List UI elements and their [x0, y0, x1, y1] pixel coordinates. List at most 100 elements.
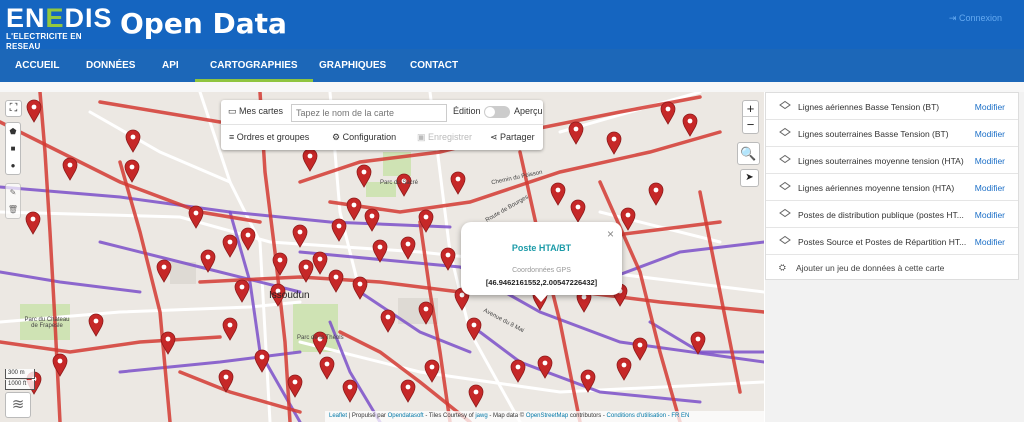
zoom-control: + − — [742, 100, 759, 134]
eye-icon[interactable] — [779, 235, 791, 245]
enedis-logo[interactable]: ENEDIS L'ELECTRICITE EN RESEAU — [6, 4, 112, 51]
substation-marker[interactable] — [424, 359, 440, 383]
popup-gps-value: [46.9462161552,2.00547226432] — [485, 278, 598, 287]
order-groups-button[interactable]: ≡ Ordres et groupes — [229, 132, 309, 142]
leaflet-link[interactable]: Leaflet — [329, 413, 347, 419]
substation-marker[interactable] — [570, 199, 586, 223]
zoom-out-button[interactable]: − — [743, 117, 758, 133]
substation-marker[interactable] — [26, 99, 42, 123]
layer-row[interactable]: Lignes souterraines moyenne tension (HTA… — [766, 147, 1018, 174]
substation-marker[interactable] — [124, 159, 140, 183]
layer-row[interactable]: Lignes aériennes moyenne tension (HTA) M… — [766, 174, 1018, 201]
substation-marker[interactable] — [342, 379, 358, 403]
locate-button[interactable]: ➤ — [740, 169, 759, 187]
substation-marker[interactable] — [632, 337, 648, 361]
osm-link[interactable]: OpenStreetMap — [526, 413, 568, 419]
configuration-button[interactable]: ⚙ Configuration — [332, 132, 396, 143]
nav-contact[interactable]: CONTACT — [410, 49, 458, 82]
share-button[interactable]: ⋖ Partager — [490, 132, 535, 143]
my-maps-button[interactable]: ▭ Mes cartes — [228, 106, 283, 117]
substation-marker[interactable] — [52, 353, 68, 377]
nav-donnees[interactable]: DONNÉES — [86, 49, 135, 82]
eye-icon[interactable] — [779, 181, 791, 191]
eye-icon[interactable] — [779, 208, 791, 218]
substation-marker[interactable] — [331, 218, 347, 242]
substation-marker[interactable] — [88, 313, 104, 337]
substation-marker[interactable] — [620, 207, 636, 231]
substation-marker[interactable] — [346, 197, 362, 221]
fullscreen-button[interactable]: ⛶ — [5, 100, 22, 117]
locate-icon: ➤ — [745, 172, 754, 183]
layer-row[interactable]: Postes Source et Postes de Répartition H… — [766, 228, 1018, 255]
preview-label: Aperçu — [514, 106, 543, 116]
layer-row[interactable]: Lignes souterraines Basse Tension (BT) M… — [766, 120, 1018, 147]
substation-marker[interactable] — [616, 357, 632, 381]
language-links[interactable]: - FR EN — [668, 413, 690, 419]
draw-circle-icon[interactable]: ● — [6, 157, 20, 174]
modify-button[interactable]: Modifier — [975, 156, 1005, 166]
substation-marker[interactable] — [660, 101, 676, 125]
nav-cartographies[interactable]: CARTOGRAPHIES — [195, 49, 313, 82]
save-button[interactable]: ▣ Enregistrer — [417, 132, 472, 143]
substation-marker[interactable] — [550, 182, 566, 206]
opendatasoft-link[interactable]: Opendatasoft — [388, 413, 424, 419]
layers-button[interactable]: ≋ — [5, 392, 31, 418]
modify-button[interactable]: Modifier — [975, 210, 1005, 220]
substation-marker[interactable] — [222, 234, 238, 258]
substation-marker[interactable] — [222, 317, 238, 341]
eye-icon[interactable] — [779, 100, 791, 110]
substation-marker[interactable] — [234, 279, 250, 303]
substation-marker[interactable] — [606, 131, 622, 155]
substation-marker[interactable] — [319, 356, 335, 380]
draw-polygon-icon[interactable]: ⬟ — [6, 123, 20, 140]
map-search-button[interactable]: 🔍 — [737, 142, 760, 165]
nav-api[interactable]: API — [162, 49, 179, 82]
edition-preview-toggle[interactable] — [484, 106, 510, 118]
add-dataset-button[interactable]: ⛭ Ajouter un jeu de données à cette cart… — [766, 255, 1018, 281]
substation-marker[interactable] — [568, 121, 584, 145]
substation-marker[interactable] — [25, 211, 41, 235]
substation-marker[interactable] — [466, 317, 482, 341]
modify-button[interactable]: Modifier — [975, 102, 1005, 112]
layer-row[interactable]: Postes de distribution publique (postes … — [766, 201, 1018, 228]
layer-row[interactable]: Lignes aériennes Basse Tension (BT) Modi… — [766, 93, 1018, 120]
close-icon[interactable]: × — [607, 227, 614, 241]
modify-button[interactable]: Modifier — [975, 129, 1005, 139]
substation-marker[interactable] — [156, 259, 172, 283]
eye-icon[interactable] — [779, 127, 791, 137]
substation-marker[interactable] — [302, 148, 318, 172]
substation-marker[interactable] — [287, 374, 303, 398]
substation-marker[interactable] — [312, 251, 328, 275]
substation-marker[interactable] — [272, 252, 288, 276]
substation-marker[interactable] — [400, 236, 416, 260]
edit-toolbar: ✎ 🗑 — [5, 183, 21, 219]
delete-shape-icon[interactable]: 🗑 — [6, 201, 20, 218]
substation-marker[interactable] — [648, 182, 664, 206]
modify-button[interactable]: Modifier — [975, 183, 1005, 193]
substation-marker[interactable] — [62, 157, 78, 181]
login-link[interactable]: ⇥ Connexion — [949, 13, 1002, 24]
substation-marker[interactable] — [125, 129, 141, 153]
substation-marker[interactable] — [468, 384, 484, 408]
substation-marker[interactable] — [380, 309, 396, 333]
substation-marker[interactable] — [450, 171, 466, 195]
conditions-link[interactable]: Conditions d'utilisation — [607, 413, 667, 419]
substation-marker[interactable] — [240, 227, 256, 251]
modify-button[interactable]: Modifier — [975, 237, 1005, 247]
draw-rectangle-icon[interactable]: ■ — [6, 140, 20, 157]
map-name-input[interactable] — [291, 104, 447, 122]
substation-marker[interactable] — [188, 205, 204, 229]
site-title: Open Data — [120, 7, 287, 40]
edit-shape-icon[interactable]: ✎ — [6, 184, 20, 201]
substation-marker[interactable] — [364, 208, 380, 232]
substation-marker[interactable] — [328, 269, 344, 293]
substation-marker[interactable] — [510, 359, 526, 383]
jawg-link[interactable]: jawg — [475, 413, 487, 419]
zoom-in-button[interactable]: + — [743, 101, 758, 117]
eye-icon[interactable] — [779, 154, 791, 164]
book-icon: ▭ — [228, 106, 240, 116]
nav-graphiques[interactable]: GRAPHIQUES — [319, 49, 386, 82]
nav-accueil[interactable]: ACCUEIL — [15, 49, 59, 82]
substation-marker[interactable] — [682, 113, 698, 137]
substation-marker[interactable] — [400, 379, 416, 403]
